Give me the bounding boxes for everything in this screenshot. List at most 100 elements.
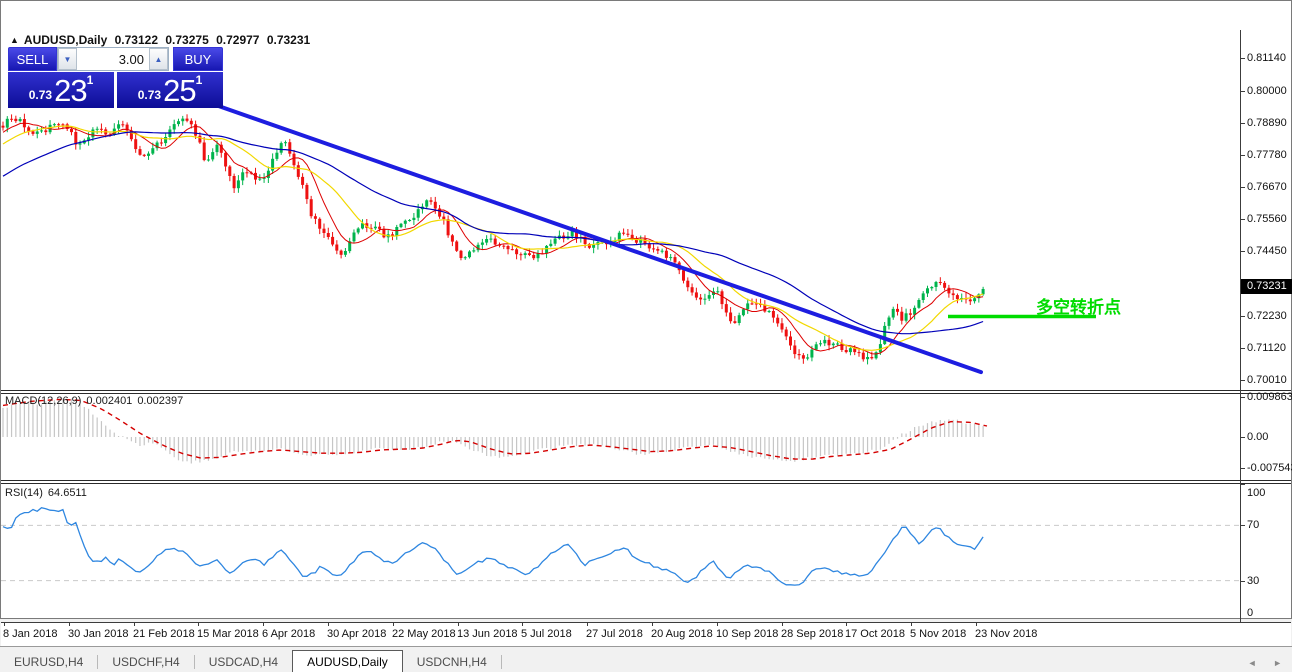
rsi-label: RSI(14) 64.6511 <box>5 487 92 499</box>
buy-button[interactable]: BUY <box>173 47 223 71</box>
date-tick-mark <box>263 623 264 626</box>
tab-separator <box>501 655 502 669</box>
chart-tab-eurusd-h4[interactable]: EURUSD,H4 <box>0 652 97 672</box>
axis-tick-mark <box>1240 251 1245 252</box>
price-axis-label: 0.72230 <box>1247 310 1287 322</box>
chart-tab-usdchf-h4[interactable]: USDCHF,H4 <box>98 652 193 672</box>
macd-axis-label: -0.007543 <box>1247 462 1292 474</box>
axis-tick-mark <box>1240 484 1245 485</box>
date-axis-label: 23 Nov 2018 <box>975 628 1037 640</box>
price-axis-label: 0.81140 <box>1247 52 1286 64</box>
chart-tab-audusd-daily[interactable]: AUDUSD,Daily <box>292 650 403 672</box>
date-tick-mark <box>4 623 5 626</box>
axis-tick-mark <box>1240 91 1245 92</box>
date-axis-label: 27 Jul 2018 <box>586 628 643 640</box>
date-axis-label: 10 Sep 2018 <box>716 628 778 640</box>
date-tick-mark <box>134 623 135 626</box>
chart-symbol-label: AUDUSD,Daily <box>24 33 107 47</box>
price-axis-label: 0.80000 <box>1247 85 1287 97</box>
axis-tick-mark <box>1240 187 1245 188</box>
volume-stepper: ▼ ▲ <box>57 47 169 71</box>
rsi-axis-label: 30 <box>1247 575 1259 587</box>
tab-scroll-left-button[interactable]: ◄ <box>1248 658 1257 668</box>
chart-title: ▲AUDUSD,Daily 0.73122 0.73275 0.72977 0.… <box>10 33 314 47</box>
date-tick-mark <box>393 623 394 626</box>
sell-price-fraction: 1 <box>87 73 94 87</box>
macd-axis-label: 0.00 <box>1247 431 1268 443</box>
axis-tick-mark <box>1240 437 1245 438</box>
tab-scroll-right-button[interactable]: ► <box>1273 658 1282 668</box>
axis-tick-mark <box>1240 58 1245 59</box>
current-price-label: 0.73231 <box>1241 279 1292 294</box>
sell-price-prefix: 0.73 <box>29 85 52 105</box>
date-axis-label: 5 Nov 2018 <box>910 628 966 640</box>
rsi-axis-label: 70 <box>1247 519 1259 531</box>
macd-axis-label: 0.009863 <box>1247 391 1292 403</box>
chart-tab-usdcad-h4[interactable]: USDCAD,H4 <box>195 652 292 672</box>
date-axis-label: 15 Mar 2018 <box>197 628 259 640</box>
date-axis-label: 30 Jan 2018 <box>68 628 129 640</box>
rsi-value: 64.6511 <box>48 487 87 499</box>
price-axis-label: 0.70010 <box>1247 374 1287 386</box>
date-tick-mark <box>458 623 459 626</box>
chart-tab-usdcnh-h4[interactable]: USDCNH,H4 <box>403 652 501 672</box>
rsi-axis-label: 0 <box>1247 607 1253 619</box>
price-axis-label: 0.75560 <box>1247 213 1287 225</box>
axis-tick-mark <box>1240 525 1245 526</box>
date-tick-mark <box>522 623 523 626</box>
date-tick-mark <box>717 623 718 626</box>
date-tick-mark <box>911 623 912 626</box>
date-axis-label: 5 Jul 2018 <box>521 628 572 640</box>
mt4-window: M1M5M15M30H1H4D1W1MN ▲AUDUSD,Daily 0.731… <box>0 0 1292 672</box>
collapse-icon[interactable]: ▲ <box>10 35 19 45</box>
date-tick-mark <box>198 623 199 626</box>
buy-price-fraction: 1 <box>196 73 203 87</box>
date-axis-label: 21 Feb 2018 <box>133 628 195 640</box>
price-axis-label: 0.71120 <box>1247 342 1286 354</box>
sell-price-display[interactable]: 0.73 23 1 <box>8 72 114 108</box>
volume-decrease-button[interactable]: ▼ <box>58 48 77 70</box>
sell-price-pips: 23 <box>54 77 86 105</box>
date-tick-mark <box>846 623 847 626</box>
date-tick-mark <box>976 623 977 626</box>
date-tick-mark <box>782 623 783 626</box>
axis-tick-mark <box>1240 581 1245 582</box>
volume-increase-button[interactable]: ▲ <box>149 48 168 70</box>
buy-price-prefix: 0.73 <box>138 85 161 105</box>
buy-price-pips: 25 <box>163 77 195 105</box>
trend-reversal-annotation: 多空转折点 <box>1036 293 1121 318</box>
date-tick-mark <box>328 623 329 626</box>
macd-main-value: 0.002401 <box>86 395 132 407</box>
date-axis-label: 17 Oct 2018 <box>845 628 905 640</box>
price-axis-label: 0.76670 <box>1247 181 1287 193</box>
price-axis-label: 0.78890 <box>1247 117 1287 129</box>
one-click-trading-widget: SELL ▼ ▲ BUY 0.73 23 1 0.73 25 1 <box>8 47 223 108</box>
date-axis-label: 13 Jun 2018 <box>457 628 518 640</box>
chart-tab-bar: EURUSD,H4USDCHF,H4USDCAD,H4AUDUSD,DailyU… <box>0 646 1292 672</box>
rsi-name: RSI(14) <box>5 487 43 499</box>
axis-tick-mark <box>1240 468 1245 469</box>
price-axis-label: 0.77780 <box>1247 149 1287 161</box>
axis-tick-mark <box>1240 397 1245 398</box>
date-axis-label: 20 Aug 2018 <box>651 628 713 640</box>
sell-button[interactable]: SELL <box>8 47 57 71</box>
date-tick-mark <box>69 623 70 626</box>
axis-tick-mark <box>1240 155 1245 156</box>
axis-tick-mark <box>1240 219 1245 220</box>
ohlc-open: 0.73122 <box>115 33 158 47</box>
macd-label: MACD(12,26,9)0.0024010.002397 <box>5 395 188 407</box>
ohlc-low: 0.72977 <box>216 33 259 47</box>
rsi-indicator-canvas[interactable] <box>1 484 1240 622</box>
macd-name: MACD(12,26,9) <box>5 395 81 407</box>
date-axis-label: 22 May 2018 <box>392 628 456 640</box>
axis-tick-mark <box>1240 380 1245 381</box>
date-axis-label: 6 Apr 2018 <box>262 628 315 640</box>
date-axis: 8 Jan 201830 Jan 201821 Feb 201815 Mar 2… <box>1 622 1291 646</box>
axis-tick-mark <box>1240 348 1245 349</box>
date-tick-mark <box>652 623 653 626</box>
buy-price-display[interactable]: 0.73 25 1 <box>117 72 223 108</box>
price-axis-divider <box>1240 30 1241 622</box>
volume-input[interactable] <box>77 48 149 70</box>
axis-tick-mark <box>1240 316 1245 317</box>
axis-tick-mark <box>1240 123 1245 124</box>
